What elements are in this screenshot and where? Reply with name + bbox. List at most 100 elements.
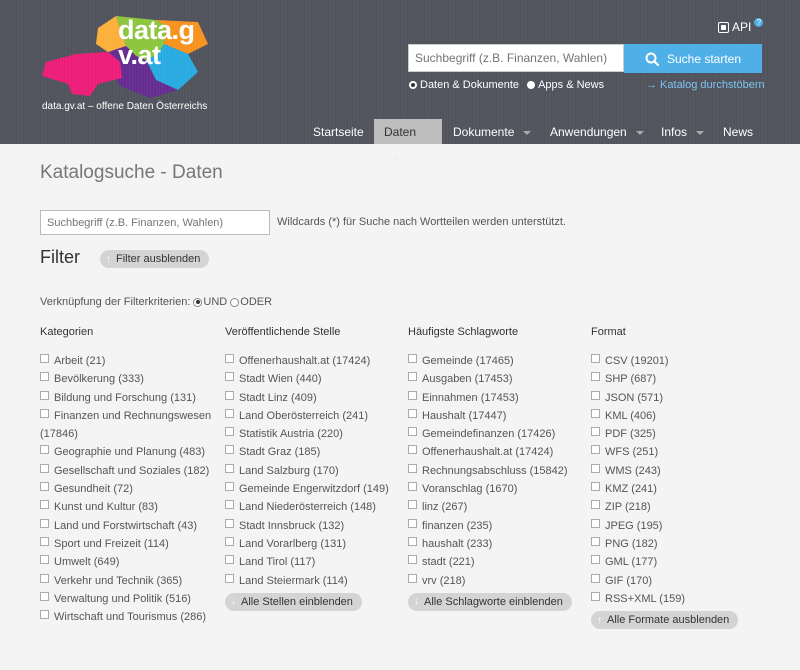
- filter-checkbox-item[interactable]: Land Salzburg (170): [225, 462, 400, 480]
- filter-checkbox-item[interactable]: Land Niederösterreich (148): [225, 498, 400, 516]
- checkbox-icon[interactable]: [591, 573, 600, 583]
- filter-checkbox-item[interactable]: SHP (687): [591, 370, 766, 388]
- checkbox-icon[interactable]: [225, 354, 234, 363]
- checkbox-icon[interactable]: [40, 390, 49, 400]
- filter-checkbox-item[interactable]: JSON (571): [591, 389, 766, 407]
- filter-checkbox-item[interactable]: Verkehr und Technik (365): [40, 572, 215, 590]
- filter-checkbox-item[interactable]: Land Tirol (117): [225, 553, 400, 571]
- checkbox-icon[interactable]: [591, 482, 600, 492]
- checkbox-icon[interactable]: [225, 408, 234, 418]
- filter-checkbox-item[interactable]: Gemeindefinanzen (17426): [408, 425, 583, 443]
- filter-checkbox-item[interactable]: ZIP (218): [591, 498, 766, 516]
- filter-checkbox-item[interactable]: GML (177): [591, 553, 766, 571]
- filter-checkbox-item[interactable]: Gesellschaft und Soziales (182): [40, 462, 215, 480]
- checkbox-icon[interactable]: [225, 372, 234, 382]
- checkbox-icon[interactable]: [408, 463, 417, 473]
- filter-checkbox-item[interactable]: Offenerhaushalt.at (17424): [408, 443, 583, 461]
- filter-checkbox-item[interactable]: Rechnungsabschluss (15842): [408, 462, 583, 480]
- radio-oder[interactable]: [230, 297, 240, 307]
- filter-checkbox-item[interactable]: Bildung und Forschung (131): [40, 389, 215, 407]
- filter-checkbox-item[interactable]: finanzen (235): [408, 517, 583, 535]
- checkbox-icon[interactable]: [408, 390, 417, 400]
- filter-checkbox-item[interactable]: Finanzen und Rechnungswesen (17846): [40, 407, 215, 444]
- checkbox-icon[interactable]: [40, 500, 49, 510]
- filter-checkbox-item[interactable]: Umwelt (649): [40, 553, 215, 571]
- filter-checkbox-item[interactable]: Gemeinde (17465): [408, 352, 583, 370]
- filter-checkbox-item[interactable]: PDF (325): [591, 425, 766, 443]
- filter-checkbox-item[interactable]: Einnahmen (17453): [408, 389, 583, 407]
- catalog-search-input[interactable]: [40, 210, 270, 235]
- checkbox-icon[interactable]: [225, 555, 234, 565]
- filter-checkbox-item[interactable]: JPEG (195): [591, 517, 766, 535]
- checkbox-icon[interactable]: [40, 372, 49, 382]
- filter-checkbox-item[interactable]: KML (406): [591, 407, 766, 425]
- filter-checkbox-item[interactable]: Verwaltung und Politik (516): [40, 590, 215, 608]
- checkbox-icon[interactable]: [225, 482, 234, 492]
- checkbox-icon[interactable]: [591, 354, 600, 363]
- checkbox-icon[interactable]: [225, 536, 234, 546]
- checkbox-icon[interactable]: [408, 408, 417, 418]
- filter-checkbox-item[interactable]: Gemeinde Engerwitzdorf (149): [225, 480, 400, 498]
- checkbox-icon[interactable]: [40, 536, 49, 546]
- catalog-browse-link[interactable]: → Katalog durchstöbern: [646, 79, 765, 91]
- filter-hide-button[interactable]: ↑ Filter ausblenden: [100, 250, 210, 268]
- radio-data-documents[interactable]: Daten & Dokumente: [409, 79, 519, 91]
- filter-checkbox-item[interactable]: PNG (182): [591, 535, 766, 553]
- checkbox-icon[interactable]: [225, 573, 234, 583]
- search-start-button[interactable]: Suche starten: [624, 44, 762, 73]
- checkbox-icon[interactable]: [591, 427, 600, 437]
- nav-infos[interactable]: Infos: [651, 119, 714, 144]
- filter-checkbox-item[interactable]: Bevölkerung (333): [40, 370, 215, 388]
- filter-checkbox-item[interactable]: Stadt Wien (440): [225, 370, 400, 388]
- checkbox-icon[interactable]: [225, 518, 234, 528]
- show-all-schlagworte-button[interactable]: ↓ Alle Schlagworte einblenden: [408, 592, 572, 611]
- filter-checkbox-item[interactable]: Land Oberösterreich (241): [225, 407, 400, 425]
- checkbox-icon[interactable]: [591, 372, 600, 382]
- checkbox-icon[interactable]: [408, 500, 417, 510]
- checkbox-icon[interactable]: [591, 591, 600, 601]
- checkbox-icon[interactable]: [40, 610, 49, 620]
- nav-daten[interactable]: Daten: [374, 119, 442, 161]
- checkbox-icon[interactable]: [591, 463, 600, 473]
- filter-checkbox-item[interactable]: Wirtschaft und Tourismus (286): [40, 608, 215, 626]
- filter-checkbox-item[interactable]: WFS (251): [591, 443, 766, 461]
- checkbox-icon[interactable]: [408, 482, 417, 492]
- show-all-stellen-button[interactable]: ↓ Alle Stellen einblenden: [225, 592, 362, 611]
- checkbox-icon[interactable]: [408, 372, 417, 382]
- filter-checkbox-item[interactable]: Land und Forstwirtschaft (43): [40, 517, 215, 535]
- filter-checkbox-item[interactable]: WMS (243): [591, 462, 766, 480]
- filter-checkbox-item[interactable]: Stadt Innsbruck (132): [225, 517, 400, 535]
- checkbox-icon[interactable]: [591, 536, 600, 546]
- filter-checkbox-item[interactable]: Voranschlag (1670): [408, 480, 583, 498]
- nav-anwendungen[interactable]: Anwendungen: [540, 119, 654, 144]
- filter-checkbox-item[interactable]: Haushalt (17447): [408, 407, 583, 425]
- api-link[interactable]: API ?: [718, 17, 764, 34]
- checkbox-icon[interactable]: [40, 555, 49, 565]
- checkbox-icon[interactable]: [408, 427, 417, 437]
- checkbox-icon[interactable]: [408, 445, 417, 455]
- checkbox-icon[interactable]: [225, 463, 234, 473]
- checkbox-icon[interactable]: [225, 500, 234, 510]
- radio-und[interactable]: [193, 297, 203, 307]
- filter-checkbox-item[interactable]: haushalt (233): [408, 535, 583, 553]
- filter-checkbox-item[interactable]: Ausgaben (17453): [408, 370, 583, 388]
- checkbox-icon[interactable]: [591, 500, 600, 510]
- checkbox-icon[interactable]: [40, 518, 49, 528]
- checkbox-icon[interactable]: [591, 445, 600, 455]
- filter-checkbox-item[interactable]: stadt (221): [408, 553, 583, 571]
- filter-checkbox-item[interactable]: Arbeit (21): [40, 352, 215, 370]
- checkbox-icon[interactable]: [40, 354, 49, 363]
- filter-checkbox-item[interactable]: Gesundheit (72): [40, 480, 215, 498]
- header-search-input[interactable]: [408, 44, 624, 72]
- checkbox-icon[interactable]: [225, 445, 234, 455]
- checkbox-icon[interactable]: [225, 390, 234, 400]
- nav-startseite[interactable]: Startseite: [303, 119, 374, 144]
- checkbox-icon[interactable]: [591, 390, 600, 400]
- filter-checkbox-item[interactable]: Stadt Graz (185): [225, 443, 400, 461]
- checkbox-icon[interactable]: [408, 518, 417, 528]
- filter-checkbox-item[interactable]: KMZ (241): [591, 480, 766, 498]
- nav-news[interactable]: News: [713, 119, 763, 144]
- checkbox-icon[interactable]: [408, 555, 417, 565]
- checkbox-icon[interactable]: [40, 482, 49, 492]
- checkbox-icon[interactable]: [591, 408, 600, 418]
